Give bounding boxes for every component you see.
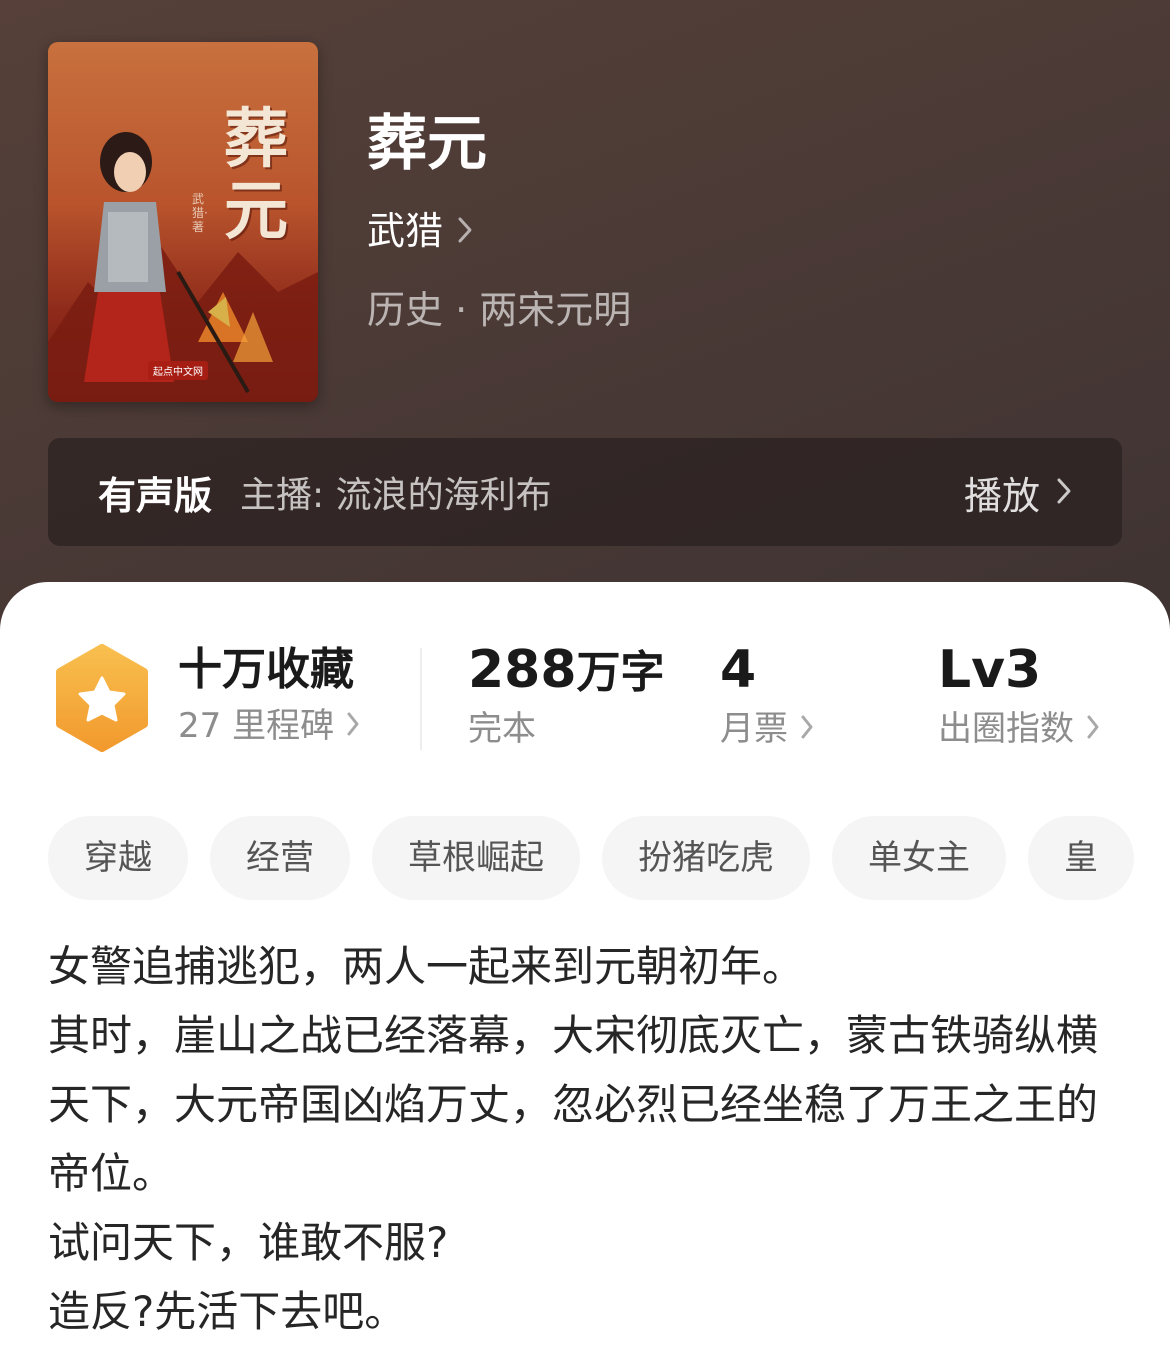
tag-chip[interactable]: 扮猪吃虎	[602, 816, 810, 900]
monthly-votes-value: 4	[720, 640, 757, 700]
description-paragraph: 试问天下，谁敢不服?	[48, 1218, 449, 1267]
word-count-stat: 288万字 完本	[468, 642, 665, 753]
play-label: 播放	[963, 473, 1040, 518]
description-paragraph: 女警追捕逃犯，两人一起来到元朝初年。	[48, 942, 805, 991]
audio-host-label: 主播: 流浪的海利布	[240, 475, 552, 516]
description-paragraph: 其时，崖山之战已经落幕，大宋彻底灭亡，蒙古铁骑纵横天下，大元帝国凶焰万丈，忽必烈…	[48, 1011, 1099, 1198]
chevron-right-icon	[1086, 705, 1100, 753]
tag-chip[interactable]: 草根崛起	[372, 816, 580, 900]
cover-publisher-mark: 起点中文网	[148, 361, 208, 380]
author-name: 武猎	[367, 209, 444, 253]
monthly-votes-link[interactable]: 月票	[720, 705, 814, 753]
word-count-number: 288	[468, 640, 577, 700]
stats-divider	[420, 648, 422, 750]
monthly-votes-label: 月票	[720, 709, 788, 749]
circle-index-stat[interactable]: Lv3 出圈指数	[938, 642, 1100, 753]
circle-index-label: 出圈指数	[938, 709, 1074, 749]
tag-chip[interactable]: 经营	[210, 816, 350, 900]
audio-edition-bar[interactable]: 有声版 主播: 流浪的海利布 播放	[48, 438, 1122, 546]
audio-edition-label: 有声版	[98, 473, 213, 518]
stats-row: 十万收藏 27 里程碑 288万字 完本 4 月票 Lv3 出圈指数	[0, 642, 1170, 762]
cover-title-text: 葬元	[224, 102, 288, 249]
book-title: 葬元	[367, 109, 487, 179]
chevron-right-icon	[346, 702, 360, 750]
tag-chip[interactable]: 穿越	[48, 816, 188, 900]
book-description[interactable]: 女警追捕逃犯，两人一起来到元朝初年。 其时，崖山之战已经落幕，大宋彻底灭亡，蒙古…	[48, 932, 1122, 1346]
book-cover-image[interactable]: 葬元 武猎·著 起点中文网	[48, 42, 318, 402]
milestone-label: 27 里程碑	[178, 706, 335, 746]
chevron-right-icon	[800, 705, 814, 753]
tag-chip[interactable]: 皇	[1028, 816, 1134, 900]
play-button[interactable]: 播放	[964, 465, 1072, 520]
word-count-value: 288万字	[468, 642, 665, 701]
description-paragraph: 造反?先活下去吧。	[48, 1287, 407, 1336]
milestone-link[interactable]: 27 里程碑	[178, 702, 360, 750]
circle-index-link[interactable]: 出圈指数	[938, 705, 1100, 753]
book-detail-panel: 十万收藏 27 里程碑 288万字 完本 4 月票 Lv3 出圈指数 穿越 经营…	[0, 582, 1170, 1358]
star-badge-icon	[52, 644, 152, 756]
tag-list: 穿越 经营 草根崛起 扮猪吃虎 单女主皇	[48, 816, 1146, 900]
cover-author-text: 武猎·著	[192, 192, 208, 234]
completion-status: 完本	[468, 709, 536, 749]
word-count-unit: 万字	[576, 647, 665, 698]
tag-chip[interactable]: 单女主	[832, 816, 1006, 900]
chevron-right-icon	[1056, 470, 1072, 514]
monthly-votes-stat[interactable]: 4 月票	[720, 642, 814, 753]
collections-stat[interactable]: 十万收藏 27 里程碑	[178, 642, 360, 750]
author-link[interactable]: 武猎	[367, 205, 473, 257]
circle-index-value: Lv3	[938, 640, 1042, 700]
collections-value: 十万收藏	[178, 644, 354, 695]
book-header: 葬元 武猎·著 起点中文网 葬元 武猎 历史 · 两宋元明 有声版 主播: 流浪…	[0, 0, 1170, 660]
book-category[interactable]: 历史 · 两宋元明	[367, 284, 631, 336]
chevron-right-icon	[457, 205, 473, 257]
